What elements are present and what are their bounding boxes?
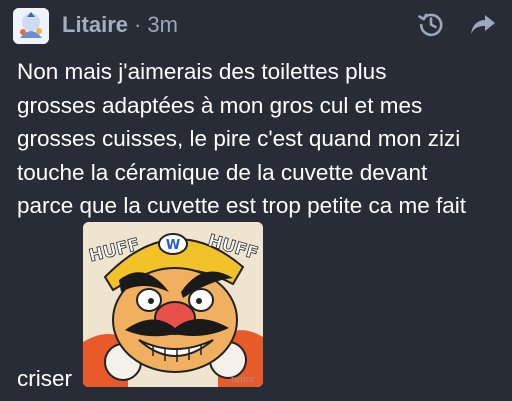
content-line: touche la céramique de la cuvette devant [17,159,428,185]
wario-gif: W HUFF HUFF tenor [83,222,263,387]
display-name[interactable]: Litaire [62,12,128,38]
content-line: Non mais j'aimerais des toilettes plus [17,59,387,84]
content-trail: criser [17,366,72,391]
edit-history-button[interactable] [416,9,446,39]
svg-text:W: W [166,238,180,253]
history-icon [418,13,443,37]
post-header: Litaire · 3m [62,11,178,39]
separator: · [134,12,142,37]
status-post: Litaire · 3m Non mais j'aimerais des toi… [0,0,512,401]
share-icon [471,15,495,34]
post-actions [416,9,498,39]
avatar-icon [13,8,49,44]
content-line: grosses cuisses, le pire c'est quand mon… [17,126,461,151]
avatar[interactable] [13,8,49,44]
share-button[interactable] [468,9,498,39]
status-content: Non mais j'aimerais des toilettes plus g… [17,55,505,223]
content-line: parce que la cuvette est trop petite ca … [17,193,467,218]
content-line: grosses adaptées à mon gros cul et mes [17,92,423,118]
custom-emoji-gif[interactable]: W HUFF HUFF tenor [83,222,263,387]
relative-time[interactable]: 3m [147,12,178,38]
tenor-watermark: tenor [231,375,255,385]
